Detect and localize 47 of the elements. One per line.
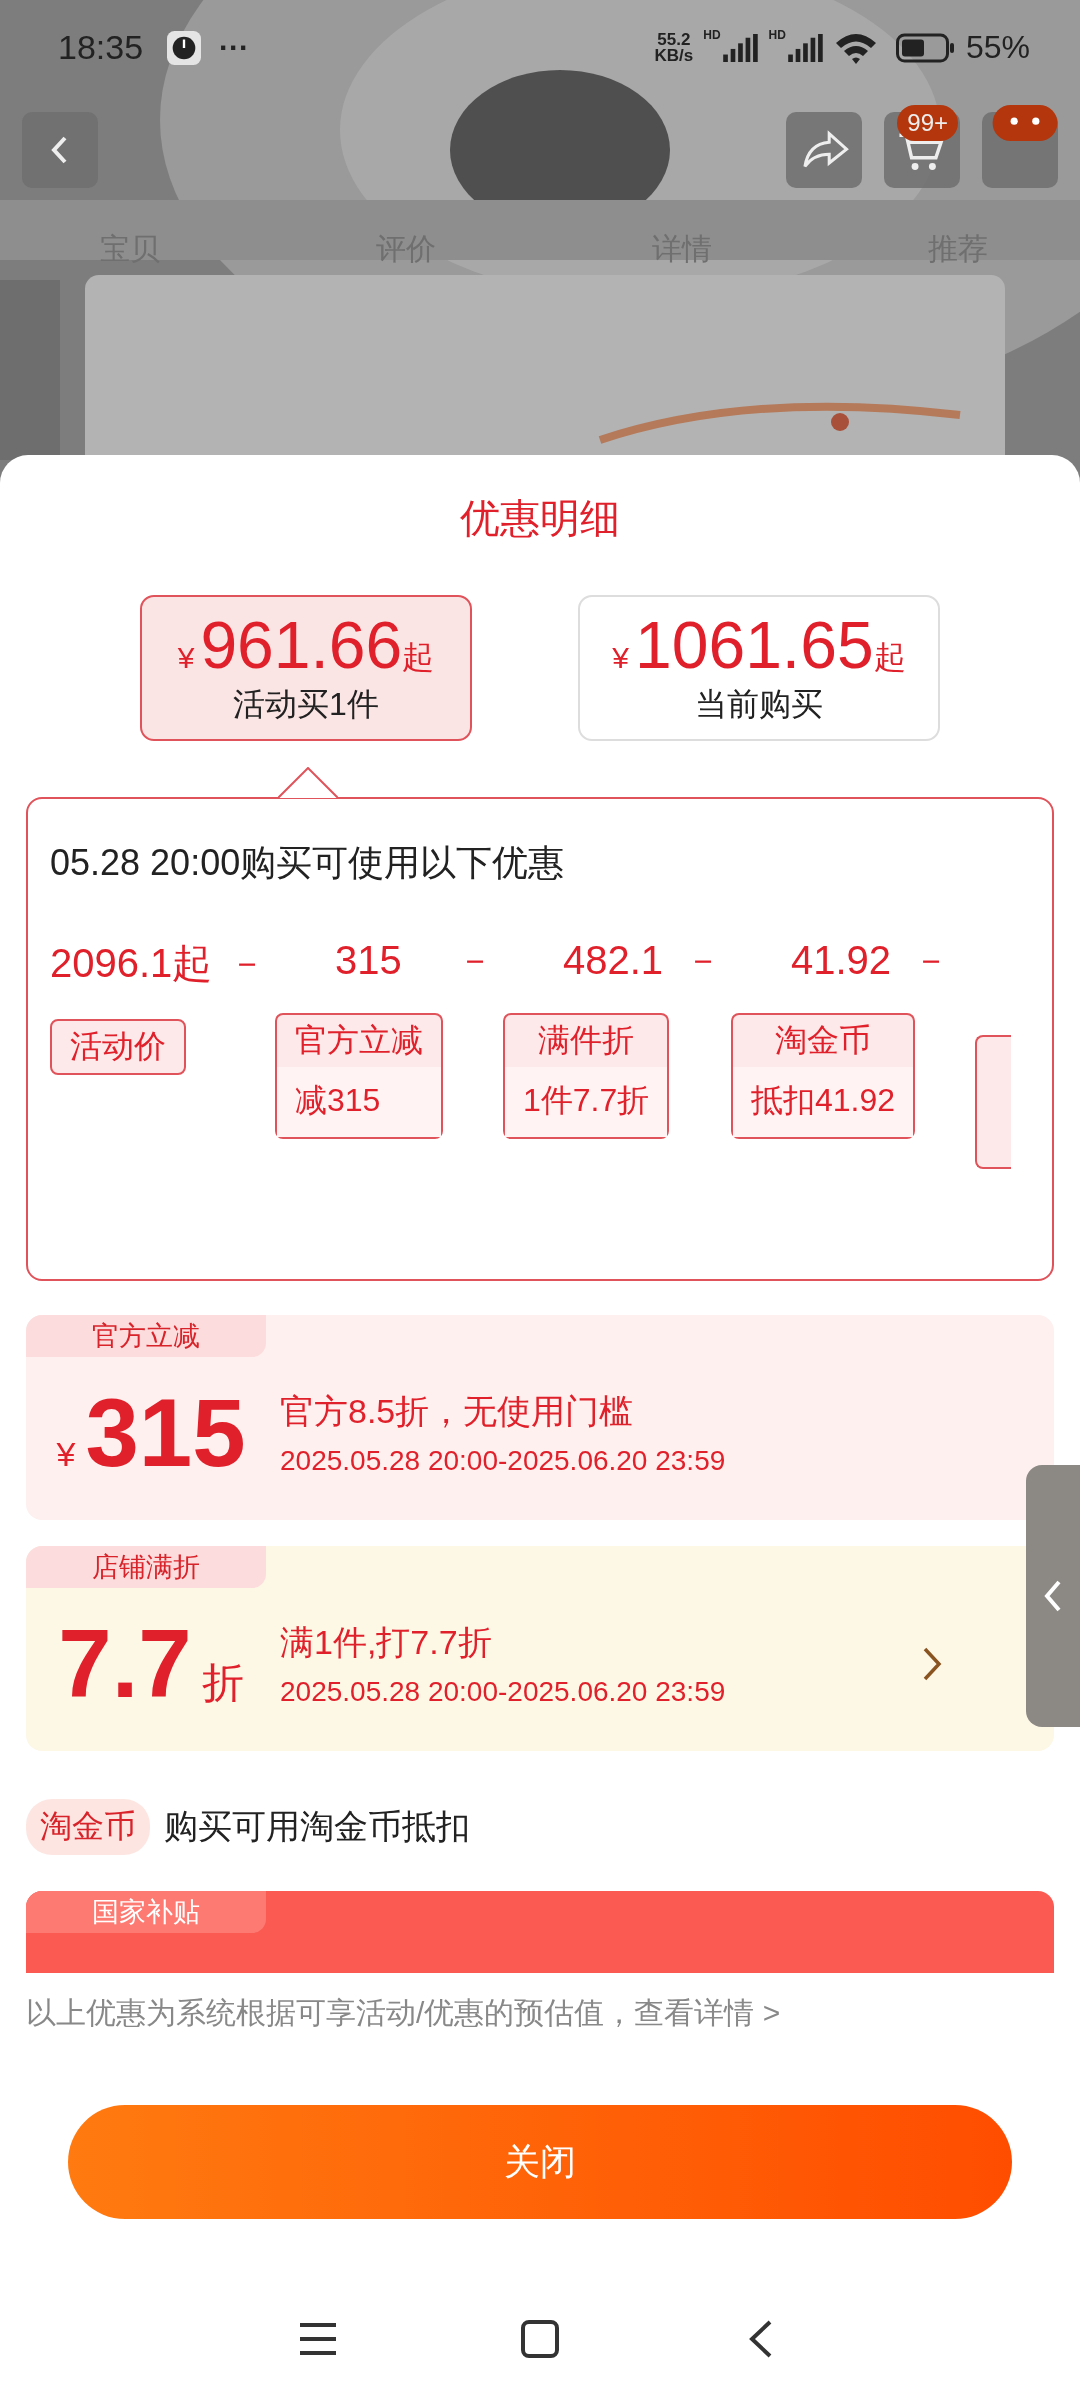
offer-tag: 国家补贴 bbox=[26, 1891, 266, 1933]
price-option[interactable]: ¥1061.65起 当前购买 bbox=[578, 595, 940, 741]
minus-sign: － bbox=[685, 938, 721, 982]
clock-app-icon bbox=[167, 30, 202, 65]
side-panel-handle[interactable] bbox=[1026, 1465, 1080, 1727]
amount-value: 41.92 bbox=[791, 938, 892, 983]
back-button[interactable] bbox=[22, 112, 98, 188]
offer-amount: 7.7 bbox=[58, 1608, 192, 1719]
minus-sign: － bbox=[229, 941, 265, 985]
disclaimer-note[interactable]: 以上优惠为系统根据可享活动/优惠的预估值，查看详情 > bbox=[26, 1983, 1080, 2043]
minus-sign: － bbox=[913, 938, 949, 982]
more-notifications: ··· bbox=[219, 30, 250, 65]
sheet-title: 优惠明细 bbox=[459, 495, 621, 542]
amount-value: 482.1 bbox=[563, 938, 664, 983]
close-button[interactable]: 关闭 bbox=[68, 2105, 1012, 2219]
battery-icon bbox=[895, 32, 956, 63]
network-speed: 55.2 KB/s bbox=[654, 31, 694, 64]
signal-icon bbox=[720, 33, 759, 62]
offer-amount: 315 bbox=[85, 1377, 246, 1488]
amount-value: 2096.1起 bbox=[50, 940, 213, 987]
battery-percent: 55% bbox=[965, 29, 1030, 66]
offer-unit: 折 bbox=[201, 1657, 244, 1708]
offer-title: 官方8.5折，无使用门槛 bbox=[280, 1390, 635, 1432]
offer-period: 2025.05.28 20:00-2025.06.20 23:59 bbox=[280, 1675, 727, 1708]
discount-chip: 活动价 bbox=[50, 1019, 186, 1075]
offer-period: 2025.05.28 20:00-2025.06.20 23:59 bbox=[280, 1444, 727, 1477]
tab[interactable]: 详情 bbox=[652, 229, 712, 270]
hd-label: HD bbox=[703, 28, 721, 42]
offer-title: 满1件,打7.7折 bbox=[280, 1621, 493, 1663]
hd-label: HD bbox=[768, 28, 786, 42]
signal-icon bbox=[785, 33, 824, 62]
offer-tag: 店铺满折 bbox=[26, 1546, 266, 1588]
discount-chip: 淘金币 抵扣41.92 bbox=[731, 1013, 916, 1139]
discount-chip: 官方立减 减315 bbox=[275, 1013, 443, 1139]
coin-text: 购买可用淘金币抵扣 bbox=[164, 1806, 470, 1847]
status-time: 18:35 bbox=[58, 28, 144, 67]
offer-tag: 官方立减 bbox=[26, 1315, 266, 1357]
home-icon[interactable] bbox=[520, 2319, 560, 2359]
coin-tag: 淘金币 bbox=[26, 1799, 150, 1855]
amount-value: 315 bbox=[335, 938, 402, 983]
breakdown-heading: 05.28 20:00购买可使用以下优惠 bbox=[50, 841, 566, 885]
price-option[interactable]: ¥961.66起 活动买1件 bbox=[140, 595, 472, 741]
chevron-right-icon[interactable] bbox=[922, 1645, 942, 1682]
discount-chip: 满件折 1件7.7折 bbox=[503, 1013, 670, 1139]
currency-sign: ¥ bbox=[56, 1434, 76, 1474]
minus-sign: － bbox=[457, 938, 493, 982]
share-button[interactable] bbox=[786, 112, 862, 188]
